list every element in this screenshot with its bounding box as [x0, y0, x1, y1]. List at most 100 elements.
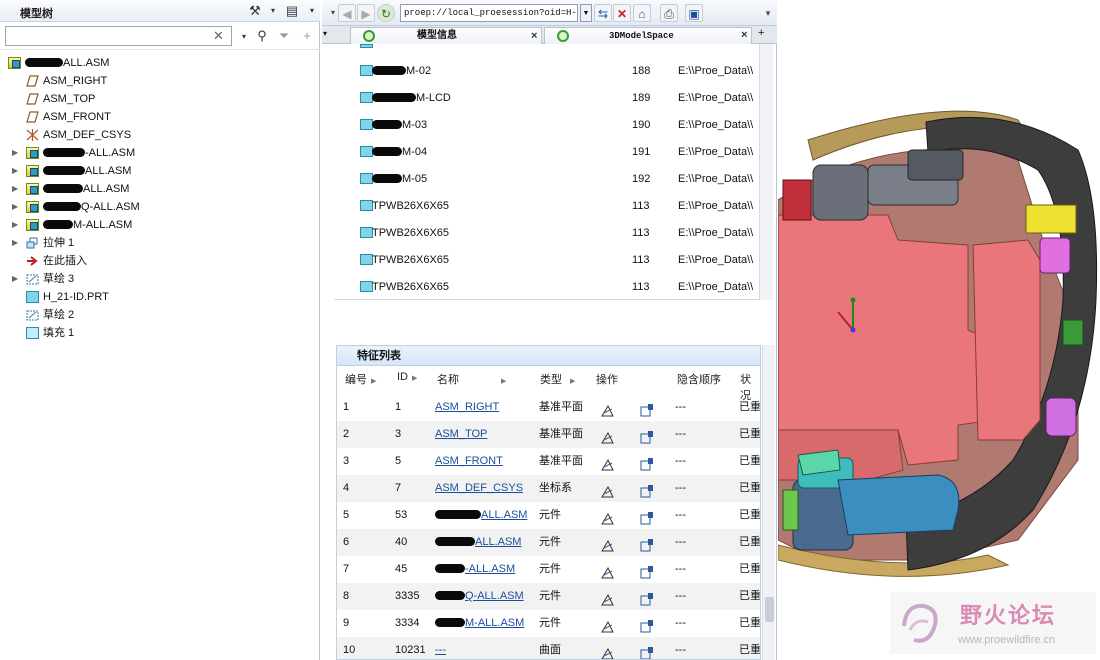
- feature-name-link[interactable]: ALL.ASM: [435, 529, 521, 556]
- column-header-type[interactable]: 类型 ▶: [540, 371, 575, 387]
- save-icon[interactable]: ▣: [685, 4, 703, 22]
- list-item[interactable]: M-02 188 E:\\Proe_Data\\: [334, 58, 759, 85]
- table-row[interactable]: 8 3335 Q-ALL.ASM 元件 --- 已重: [337, 583, 760, 610]
- column-header-id[interactable]: ID ▶: [397, 371, 417, 383]
- open-model-icon[interactable]: [639, 536, 653, 552]
- expand-arrow-icon[interactable]: ▶: [12, 270, 20, 288]
- feature-name-link[interactable]: ASM_FRONT: [435, 448, 503, 475]
- go-icon[interactable]: ↻: [377, 4, 395, 22]
- print-icon[interactable]: ⎙: [660, 4, 678, 22]
- chevron-down-icon[interactable]: ▾: [304, 3, 320, 19]
- edit-definition-icon[interactable]: [601, 536, 615, 552]
- column-header-num[interactable]: 编号 ▶: [345, 371, 376, 387]
- chevron-down-icon[interactable]: ▾: [323, 29, 327, 38]
- tree-item[interactable]: ▶ Q-ALL.ASM: [0, 198, 318, 216]
- feature-name-link[interactable]: ALL.ASM: [435, 502, 527, 529]
- expand-arrow-icon[interactable]: ▶: [12, 216, 20, 234]
- tree-item[interactable]: ▶ ALL.ASM: [0, 180, 318, 198]
- feature-name-link[interactable]: ASM_DEF_CSYS: [435, 475, 523, 502]
- column-header-name[interactable]: 名称 ▶: [437, 371, 506, 387]
- expand-arrow-icon[interactable]: ▶: [12, 198, 20, 216]
- tree-item[interactable]: ASM_RIGHT: [0, 72, 318, 90]
- close-icon[interactable]: ×: [741, 28, 748, 44]
- expand-arrow-icon[interactable]: ▶: [12, 144, 20, 162]
- table-row[interactable]: 2 3 ASM_TOP 基准平面 --- 已重: [337, 421, 760, 448]
- chevron-down-icon[interactable]: ▾: [265, 3, 281, 19]
- back-icon[interactable]: ◀: [338, 4, 356, 22]
- filter-icon[interactable]: ⏷: [276, 28, 292, 44]
- close-icon[interactable]: ×: [531, 28, 537, 44]
- new-tab-icon[interactable]: +: [758, 27, 764, 39]
- tree-item[interactable]: ASM_TOP: [0, 90, 318, 108]
- feature-name-link[interactable]: ASM_RIGHT: [435, 394, 499, 421]
- list-item[interactable]: TPWB26X6X65 113 E:\\Proe_Data\\: [334, 193, 759, 220]
- table-row[interactable]: 7 45 -ALL.ASM 元件 --- 已重: [337, 556, 760, 583]
- forward-icon[interactable]: ▶: [357, 4, 375, 22]
- feature-name-link[interactable]: ASM_TOP: [435, 421, 487, 448]
- list-item[interactable]: TPWB26X6X65 113 E:\\Proe_Data\\: [334, 247, 759, 274]
- tree-settings-icon[interactable]: ⚒: [247, 3, 263, 19]
- table-row[interactable]: 9 3334 M-ALL.ASM 元件 --- 已重: [337, 610, 760, 637]
- list-item[interactable]: M-03 190 E:\\Proe_Data\\: [334, 112, 759, 139]
- tree-item[interactable]: ▶ 草绘 3: [0, 270, 318, 288]
- tree-item[interactable]: ▶ 拉伸 1: [0, 234, 318, 252]
- list-item[interactable]: M-LCD 189 E:\\Proe_Data\\: [334, 85, 759, 112]
- tree-item[interactable]: ▶ M-ALL.ASM: [0, 216, 318, 234]
- edit-definition-icon[interactable]: [601, 482, 615, 498]
- home-icon[interactable]: ⌂: [633, 4, 651, 22]
- feature-name-link[interactable]: Q-ALL.ASM: [435, 583, 524, 610]
- search-input[interactable]: [5, 26, 232, 46]
- edit-definition-icon[interactable]: [601, 509, 615, 525]
- open-model-icon[interactable]: [639, 401, 653, 417]
- table-row[interactable]: 6 40 ALL.ASM 元件 --- 已重: [337, 529, 760, 556]
- binoculars-icon[interactable]: ⚲: [254, 28, 270, 44]
- refresh-icon[interactable]: ⇆: [594, 4, 612, 22]
- edit-definition-icon[interactable]: [601, 428, 615, 444]
- tree-item[interactable]: H_21-ID.PRT: [0, 288, 318, 306]
- tree-item[interactable]: ASM_DEF_CSYS: [0, 126, 318, 144]
- scrollbar-thumb[interactable]: [765, 597, 774, 622]
- list-item[interactable]: TPWB26X6X65 113 E:\\Proe_Data\\: [334, 274, 759, 299]
- open-model-icon[interactable]: [639, 509, 653, 525]
- list-item[interactable]: M-04 191 E:\\Proe_Data\\: [334, 139, 759, 166]
- table-row[interactable]: 1 1 ASM_RIGHT 基准平面 --- 已重: [337, 394, 760, 421]
- open-model-icon[interactable]: [639, 455, 653, 471]
- table-row[interactable]: 5 53 ALL.ASM 元件 --- 已重: [337, 502, 760, 529]
- column-header-op[interactable]: 操作: [596, 371, 618, 387]
- feature-name-link[interactable]: M-ALL.ASM: [435, 610, 524, 637]
- chevron-down-icon[interactable]: ▼: [580, 4, 592, 22]
- list-item[interactable]: M-05 192 E:\\Proe_Data\\: [334, 166, 759, 193]
- open-model-icon[interactable]: [639, 590, 653, 606]
- edit-definition-icon[interactable]: [601, 644, 615, 659]
- tab-model-info[interactable]: 模型信息 ×: [350, 27, 542, 44]
- edit-definition-icon[interactable]: [601, 590, 615, 606]
- table-row[interactable]: 4 7 ASM_DEF_CSYS 坐标系 --- 已重: [337, 475, 760, 502]
- tree-item[interactable]: ALL.ASM: [0, 54, 318, 72]
- open-model-icon[interactable]: [639, 644, 653, 659]
- plus-icon[interactable]: +: [299, 28, 315, 44]
- tree-item[interactable]: 草绘 2: [0, 306, 318, 324]
- tree-item[interactable]: ▶ -ALL.ASM: [0, 144, 318, 162]
- tree-item[interactable]: 填充 1: [0, 324, 318, 342]
- scrollbar[interactable]: [759, 44, 773, 300]
- expand-arrow-icon[interactable]: ▶: [12, 180, 20, 198]
- column-header-hide-order[interactable]: 隐含顺序: [677, 371, 721, 387]
- list-item[interactable]: TPWB26X6X65 113 E:\\Proe_Data\\: [334, 220, 759, 247]
- show-columns-icon[interactable]: ▤: [284, 3, 300, 19]
- open-model-icon[interactable]: [639, 428, 653, 444]
- open-model-icon[interactable]: [639, 617, 653, 633]
- 3d-viewport[interactable]: [778, 0, 1100, 660]
- table-row[interactable]: 10 10231 --- 曲面 --- 已重: [337, 637, 760, 659]
- stop-icon[interactable]: ✕: [613, 4, 631, 22]
- feature-name-link[interactable]: ---: [435, 637, 446, 659]
- edit-definition-icon[interactable]: [601, 617, 615, 633]
- open-model-icon[interactable]: [639, 563, 653, 579]
- address-bar[interactable]: proep://local_proesession?oid=H-: [400, 4, 578, 22]
- scrollbar[interactable]: [762, 345, 775, 660]
- tree-item[interactable]: ▶ ALL.ASM: [0, 162, 318, 180]
- open-model-icon[interactable]: [639, 482, 653, 498]
- edit-definition-icon[interactable]: [601, 455, 615, 471]
- edit-definition-icon[interactable]: [601, 563, 615, 579]
- feature-name-link[interactable]: -ALL.ASM: [435, 556, 515, 583]
- tree-item[interactable]: ASM_FRONT: [0, 108, 318, 126]
